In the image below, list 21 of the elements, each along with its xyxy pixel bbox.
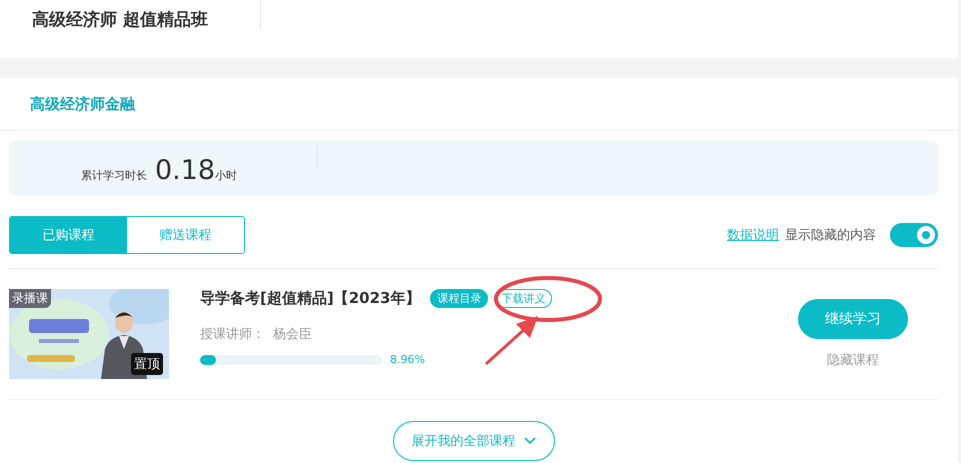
teacher-name: 杨会臣 [273, 327, 312, 342]
course-tag[interactable]: 课程目录 [430, 289, 488, 308]
stat-label: 累计学习时长 [80, 168, 147, 182]
course-name[interactable]: 导学备考[超值精品]【2023年】 [200, 289, 420, 308]
continue-button[interactable]: 继续学习 [798, 299, 908, 339]
tab[interactable]: 已购课程 [10, 217, 127, 253]
stat-unit: 小时 [215, 168, 238, 182]
stat-value: 0.18 [154, 154, 216, 186]
toggle-switch[interactable] [890, 223, 938, 247]
course-type-badge: 录播课 [9, 289, 51, 308]
toggle-label: 显示隐藏的内容 [785, 227, 876, 244]
course-title: 高级经济师 超值精品班 [32, 9, 209, 31]
section-title: 高级经济师金融 [30, 94, 135, 114]
chevron-down-icon [524, 437, 536, 445]
annotation-arrow [484, 314, 540, 366]
teacher-label: 授课讲师： [200, 327, 265, 342]
expand-button[interactable]: 展开我的全部课程 [392, 421, 554, 461]
pin-badge[interactable]: 置顶 [131, 353, 163, 375]
data-info-link[interactable]: 数据说明 [727, 226, 779, 244]
progress-percent: 8.96% [390, 353, 425, 366]
hide-course-link[interactable]: 隐藏课程 [827, 351, 879, 369]
